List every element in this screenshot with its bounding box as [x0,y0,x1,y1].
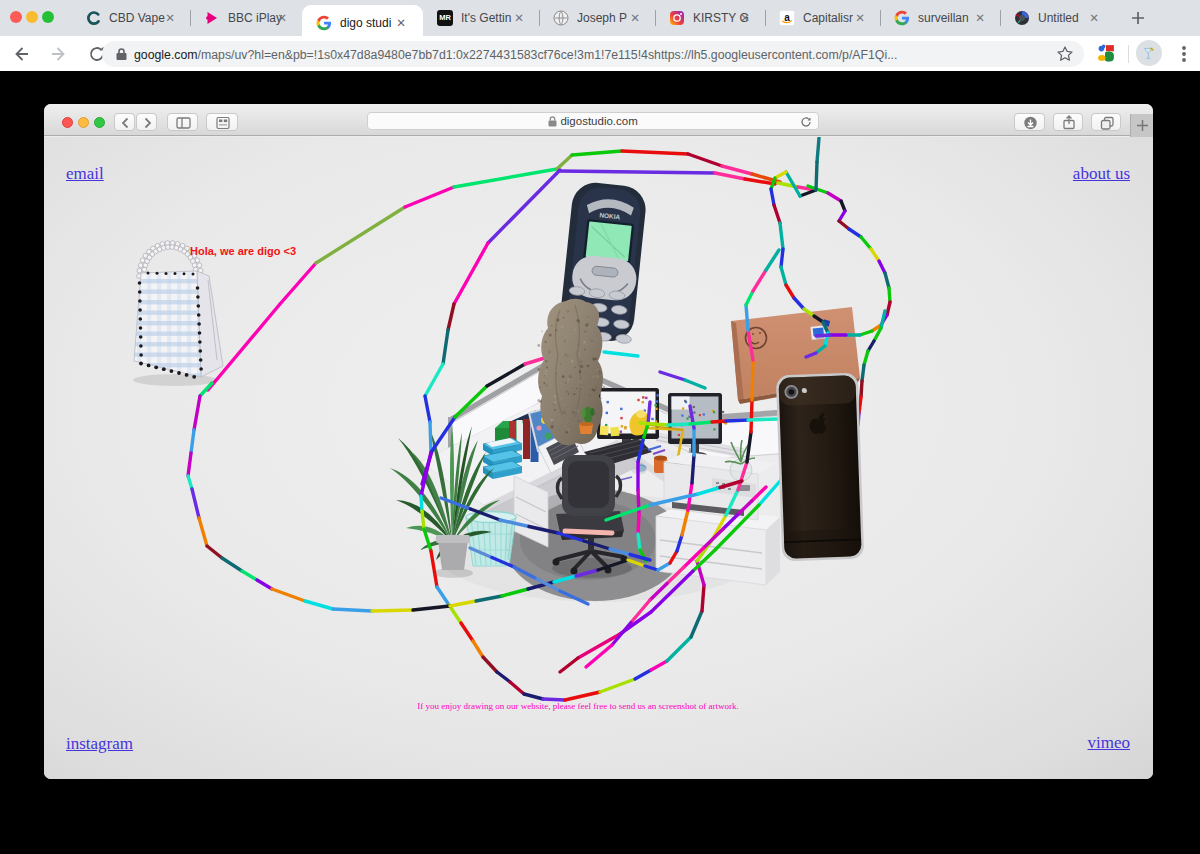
svg-text:a: a [784,12,790,23]
